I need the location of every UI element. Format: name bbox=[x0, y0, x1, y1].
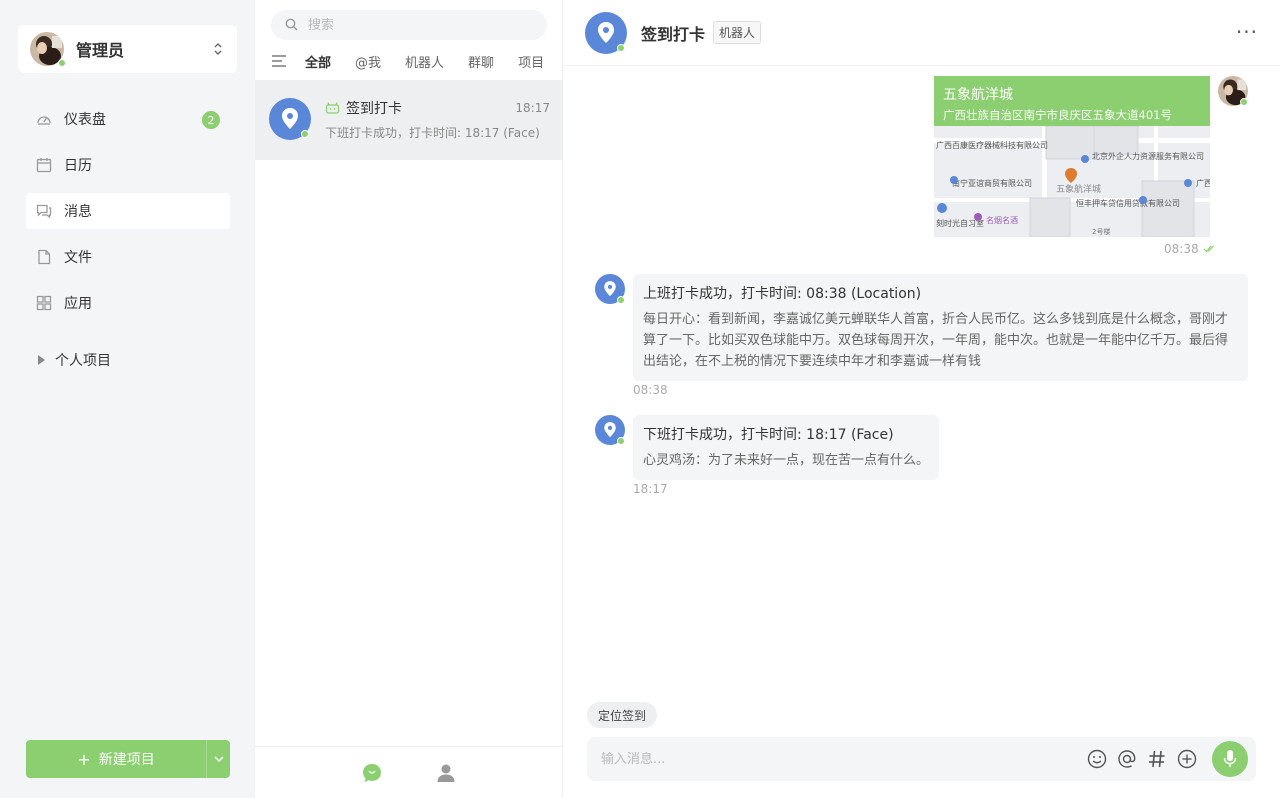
nav-item-messages[interactable]: 消息 bbox=[26, 193, 230, 229]
search-box bbox=[271, 10, 547, 40]
online-status-dot bbox=[301, 130, 309, 138]
bot-avatar[interactable] bbox=[595, 415, 625, 445]
map-label: 南宁亚谊商贸有限公司 bbox=[952, 178, 1032, 188]
message-time: 08:38 bbox=[633, 383, 668, 397]
apps-icon bbox=[36, 295, 52, 311]
menu-icon[interactable] bbox=[271, 54, 287, 68]
conversation-list-panel: 全部 @我 机器人 群聊 项目 签到打卡 18:17 下班打卡成功，打卡时间: … bbox=[255, 0, 563, 798]
chevron-down-icon bbox=[214, 756, 223, 762]
message-bubble[interactable]: 上班打卡成功，打卡时间: 08:38 (Location) 每日开心：看到新闻，… bbox=[633, 274, 1248, 381]
message-input[interactable] bbox=[601, 751, 1086, 767]
message-title: 下班打卡成功，打卡时间: 18:17 (Face) bbox=[643, 427, 894, 443]
bot-tag: 机器人 bbox=[713, 21, 762, 44]
voice-record-button[interactable] bbox=[1212, 741, 1248, 777]
location-map: 广西百康医疗器械科技有限公司 北京外企人力资源服务有限公司 南宁亚谊商贸有限公司… bbox=[934, 126, 1210, 237]
sidebar: 管理员 仪表盘 2 日历 消息 文件 应用 个人项目 + 新建项目 bbox=[0, 0, 255, 798]
nav-label: 文件 bbox=[64, 250, 92, 266]
location-message[interactable]: 五象航洋城 广西壮族自治区南宁市良庆区五象大道401号 广西百康医疗器械科技有限… bbox=[934, 76, 1210, 237]
main-nav: 仪表盘 2 日历 消息 文件 应用 bbox=[26, 101, 230, 331]
tab-groups[interactable]: 群聊 bbox=[468, 52, 494, 71]
map-label: 五象航洋城 bbox=[1056, 183, 1101, 195]
plus-icon: + bbox=[77, 749, 91, 769]
bot-avatar bbox=[269, 98, 311, 140]
tab-mentions[interactable]: @我 bbox=[355, 52, 381, 71]
chat-bubble-icon[interactable] bbox=[361, 762, 383, 784]
location-address: 广西壮族自治区南宁市良庆区五象大道401号 bbox=[943, 108, 1172, 122]
nav-item-files[interactable]: 文件 bbox=[26, 239, 230, 275]
conversation-preview: 下班打卡成功，打卡时间: 18:17 (Face) bbox=[325, 126, 540, 140]
filter-tabs: 全部 @我 机器人 群聊 项目 bbox=[271, 50, 563, 72]
online-status-dot bbox=[1240, 98, 1248, 106]
user-switcher[interactable]: 管理员 bbox=[18, 25, 237, 73]
dashboard-icon bbox=[36, 111, 52, 127]
nav-item-apps[interactable]: 应用 bbox=[26, 285, 230, 321]
new-project-button[interactable]: + 新建项目 bbox=[26, 740, 206, 778]
hashtag-icon[interactable] bbox=[1146, 748, 1168, 770]
calendar-icon bbox=[36, 157, 52, 173]
nav-item-calendar[interactable]: 日历 bbox=[26, 147, 230, 183]
list-footer bbox=[255, 746, 562, 798]
message-text: 每日开心：看到新闻，李嘉诚亿美元蝉联华人首富，折合人民币亿。这么多钱到底是什么概… bbox=[643, 312, 1229, 369]
search-icon bbox=[285, 16, 298, 35]
notification-badge: 2 bbox=[202, 111, 220, 129]
location-header: 五象航洋城 广西壮族自治区南宁市良庆区五象大道401号 bbox=[934, 76, 1210, 126]
conversation-time: 18:17 bbox=[515, 101, 550, 115]
new-project-control: + 新建项目 bbox=[26, 740, 230, 778]
nav-label: 消息 bbox=[64, 204, 92, 220]
emoji-icon[interactable] bbox=[1086, 748, 1108, 770]
user-name: 管理员 bbox=[76, 41, 125, 60]
chat-header: 签到打卡 机器人 ··· bbox=[563, 0, 1280, 66]
online-status-dot bbox=[58, 59, 66, 67]
map-label: 北京外企人力资源服务有限公司 bbox=[1092, 151, 1204, 161]
message-icon bbox=[36, 203, 52, 219]
online-status-dot bbox=[617, 296, 625, 304]
location-checkin-button[interactable]: 定位签到 bbox=[587, 702, 658, 728]
online-status-dot bbox=[617, 43, 625, 52]
conversation-item[interactable]: 签到打卡 18:17 下班打卡成功，打卡时间: 18:17 (Face) bbox=[255, 80, 562, 160]
bot-avatar[interactable] bbox=[595, 274, 625, 304]
tab-all[interactable]: 全部 bbox=[305, 52, 331, 71]
file-icon bbox=[36, 249, 52, 265]
read-check-icon bbox=[1203, 245, 1214, 253]
message-composer bbox=[587, 737, 1256, 781]
message-bubble[interactable]: 下班打卡成功，打卡时间: 18:17 (Face) 心灵鸡汤：为了未来好一点，现… bbox=[633, 415, 940, 480]
contacts-icon[interactable] bbox=[435, 762, 457, 784]
microphone-icon bbox=[1223, 750, 1237, 767]
caret-right-icon bbox=[38, 355, 45, 365]
new-project-dropdown-button[interactable] bbox=[206, 740, 230, 778]
robot-icon bbox=[325, 99, 340, 118]
new-project-label: 新建项目 bbox=[98, 752, 155, 768]
nav-label: 日历 bbox=[64, 158, 92, 174]
more-options-button[interactable]: ··· bbox=[1236, 20, 1258, 44]
chat-avatar[interactable] bbox=[585, 11, 627, 54]
message-time-text: 08:38 bbox=[1164, 242, 1199, 256]
mention-icon[interactable] bbox=[1116, 748, 1138, 770]
self-avatar[interactable] bbox=[1218, 76, 1248, 106]
chat-panel: 签到打卡 机器人 ··· 五象航洋城 广西壮族自治区南宁市良庆区五象大道401号… bbox=[563, 0, 1280, 798]
nav-label: 仪表盘 bbox=[64, 112, 106, 128]
message-time: 08:38 bbox=[1164, 242, 1215, 256]
projects-label: 个人项目 bbox=[55, 353, 111, 369]
map-label: 广西百康医疗器械科技有限公司 bbox=[936, 140, 1048, 150]
map-label: 恒丰押车贷信用贷款有限公司 bbox=[1076, 198, 1180, 208]
message-title: 上班打卡成功，打卡时间: 08:38 (Location) bbox=[643, 286, 922, 302]
search-input[interactable] bbox=[308, 17, 528, 33]
map-label: 广西律师 bbox=[1196, 178, 1210, 188]
online-status-dot bbox=[617, 437, 625, 445]
personal-projects-toggle[interactable]: 个人项目 bbox=[38, 350, 111, 370]
nav-item-dashboard[interactable]: 仪表盘 2 bbox=[26, 101, 230, 137]
nav-label: 应用 bbox=[64, 296, 92, 312]
tab-bots[interactable]: 机器人 bbox=[405, 52, 444, 71]
add-icon[interactable] bbox=[1176, 748, 1198, 770]
tab-projects[interactable]: 项目 bbox=[518, 52, 544, 71]
conversation-title: 签到打卡 bbox=[346, 101, 402, 117]
chat-title: 签到打卡 bbox=[641, 24, 706, 44]
message-text: 心灵鸡汤：为了未来好一点，现在苦一点有什么。 bbox=[643, 453, 930, 468]
map-label: 名烟名酒 bbox=[986, 215, 1018, 225]
map-label: 2号楼 bbox=[1092, 227, 1110, 236]
message-time: 18:17 bbox=[633, 482, 668, 496]
chevron-updown-icon bbox=[211, 39, 225, 59]
location-name: 五象航洋城 bbox=[943, 87, 1013, 103]
